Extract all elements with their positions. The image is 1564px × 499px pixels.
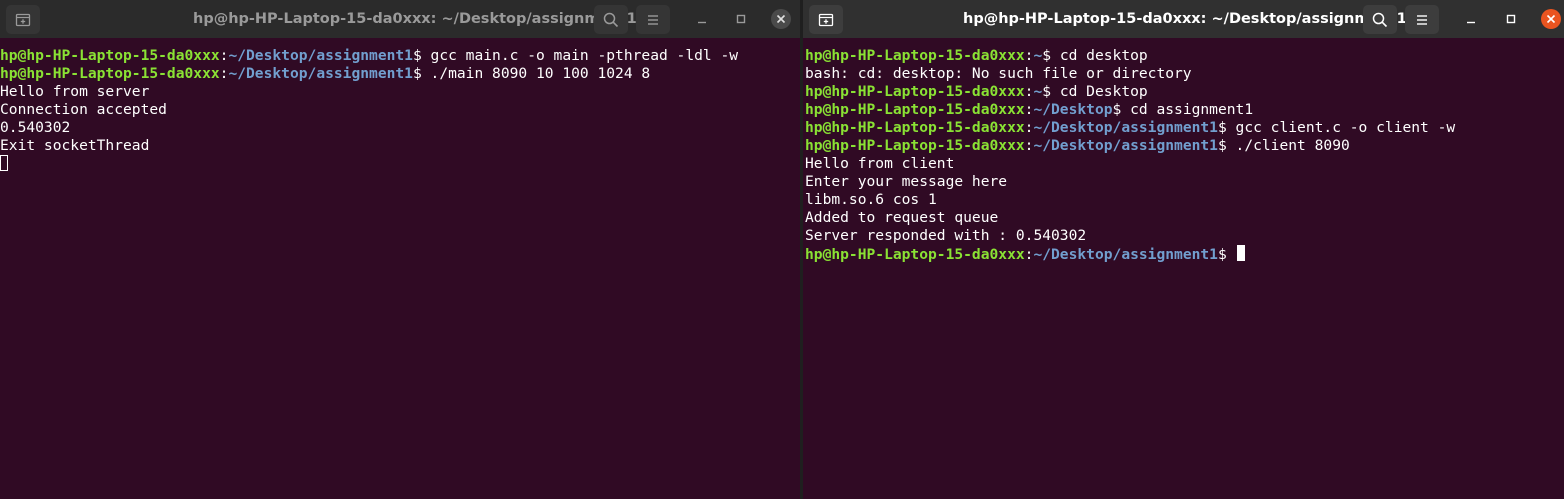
- prompt-path: ~/Desktop/assignment1: [1033, 119, 1218, 136]
- command-text: $ cd assignment1: [1112, 101, 1254, 118]
- close-icon: [1541, 9, 1561, 29]
- output-line: Server responded with : 0.540302: [805, 227, 1087, 244]
- output-line: libm.so.6 cos 1: [805, 191, 937, 208]
- minimize-icon: [1467, 21, 1475, 24]
- terminal-cursor: [1236, 245, 1245, 261]
- output-line: bash: cd: desktop: No such file or direc…: [805, 65, 1192, 82]
- prompt-user: hp@hp-HP-Laptop-15-da0xxx: [805, 101, 1025, 118]
- cursor-line: [0, 155, 800, 173]
- output-line: Connection accepted: [0, 101, 167, 118]
- prompt-user: hp@hp-HP-Laptop-15-da0xxx: [805, 119, 1025, 136]
- menu-button[interactable]: [636, 5, 670, 34]
- search-icon: [603, 12, 619, 28]
- maximize-button[interactable]: [1499, 7, 1523, 31]
- terminal-window-left[interactable]: hp@hp-HP-Laptop-15-da0xxx: ~/Desktop/ass…: [0, 0, 800, 499]
- output-line: Hello from client: [805, 155, 955, 172]
- command-text: $ cd desktop: [1042, 47, 1148, 64]
- prompt-line: hp@hp-HP-Laptop-15-da0xxx:~/Desktop/assi…: [0, 47, 800, 65]
- minimize-icon: [698, 21, 706, 24]
- prompt-user: hp@hp-HP-Laptop-15-da0xxx: [805, 246, 1025, 263]
- window-title: hp@hp-HP-Laptop-15-da0xxx: ~/Desktop/ass…: [963, 11, 1407, 27]
- prompt-line: hp@hp-HP-Laptop-15-da0xxx:~/Desktop/assi…: [0, 65, 800, 83]
- terminal-output[interactable]: hp@hp-HP-Laptop-15-da0xxx:~/Desktop/assi…: [0, 47, 800, 499]
- search-button[interactable]: [594, 5, 628, 34]
- minimize-button[interactable]: [690, 7, 714, 31]
- prompt-line: hp@hp-HP-Laptop-15-da0xxx:~/Desktop/assi…: [803, 119, 1564, 137]
- menu-button[interactable]: [1405, 5, 1439, 34]
- command-text: $ gcc main.c -o main -pthread -ldl -w: [412, 47, 739, 64]
- command-text: $: [1217, 246, 1236, 263]
- terminal-output[interactable]: hp@hp-HP-Laptop-15-da0xxx:~$ cd desktop …: [803, 47, 1564, 499]
- command-text: $ ./main 8090 10 100 1024 8: [412, 65, 651, 82]
- prompt-user: hp@hp-HP-Laptop-15-da0xxx: [0, 65, 220, 82]
- prompt-path: ~/Desktop/assignment1: [228, 47, 413, 64]
- new-tab-button[interactable]: [809, 5, 843, 34]
- prompt-user: hp@hp-HP-Laptop-15-da0xxx: [805, 83, 1025, 100]
- maximize-icon: [736, 14, 746, 24]
- prompt-path: ~/Desktop/assignment1: [1033, 246, 1218, 263]
- new-tab-icon: [818, 13, 834, 27]
- command-text: $ gcc client.c -o client -w: [1217, 119, 1456, 136]
- new-tab-button[interactable]: [6, 5, 40, 34]
- prompt-path: ~: [1033, 47, 1043, 64]
- hamburger-menu-icon: [648, 15, 658, 25]
- command-text: $ cd Desktop: [1042, 83, 1148, 100]
- maximize-icon: [1506, 14, 1516, 24]
- maximize-button[interactable]: [729, 7, 753, 31]
- close-icon: [771, 9, 791, 29]
- minimize-button[interactable]: [1459, 7, 1483, 31]
- prompt-path: ~/Desktop: [1033, 101, 1113, 118]
- window-title: hp@hp-HP-Laptop-15-da0xxx: ~/Desktop/ass…: [193, 11, 637, 27]
- output-line: Hello from server: [0, 83, 150, 100]
- terminal-window-right[interactable]: hp@hp-HP-Laptop-15-da0xxx: ~/Desktop/ass…: [803, 0, 1564, 499]
- output-line: Added to request queue: [805, 209, 999, 226]
- prompt-user: hp@hp-HP-Laptop-15-da0xxx: [805, 47, 1025, 64]
- hamburger-menu-icon: [1417, 15, 1427, 25]
- prompt-line: hp@hp-HP-Laptop-15-da0xxx:~$ cd Desktop: [803, 83, 1564, 101]
- output-line: Exit socketThread: [0, 137, 150, 154]
- command-text: $ ./client 8090: [1217, 137, 1350, 154]
- title-bar[interactable]: hp@hp-HP-Laptop-15-da0xxx: ~/Desktop/ass…: [0, 0, 800, 38]
- terminal-cursor: [0, 155, 8, 171]
- prompt-line: hp@hp-HP-Laptop-15-da0xxx:~/Desktop$ cd …: [803, 101, 1564, 119]
- search-icon: [1372, 12, 1388, 28]
- title-bar[interactable]: hp@hp-HP-Laptop-15-da0xxx: ~/Desktop/ass…: [803, 0, 1564, 38]
- prompt-path: ~: [1033, 83, 1043, 100]
- prompt-line: hp@hp-HP-Laptop-15-da0xxx:~/Desktop/assi…: [803, 137, 1564, 155]
- prompt-user: hp@hp-HP-Laptop-15-da0xxx: [0, 47, 220, 64]
- prompt-line: hp@hp-HP-Laptop-15-da0xxx:~/Desktop/assi…: [803, 245, 1564, 263]
- search-button[interactable]: [1363, 5, 1397, 34]
- new-tab-icon: [15, 13, 31, 27]
- close-button[interactable]: [769, 7, 793, 31]
- output-line: 0.540302: [0, 119, 71, 136]
- prompt-path: ~/Desktop/assignment1: [228, 65, 413, 82]
- prompt-line: hp@hp-HP-Laptop-15-da0xxx:~$ cd desktop: [803, 47, 1564, 65]
- prompt-user: hp@hp-HP-Laptop-15-da0xxx: [805, 137, 1025, 154]
- prompt-path: ~/Desktop/assignment1: [1033, 137, 1218, 154]
- close-button[interactable]: [1539, 7, 1563, 31]
- output-line: Enter your message here: [805, 173, 1008, 190]
